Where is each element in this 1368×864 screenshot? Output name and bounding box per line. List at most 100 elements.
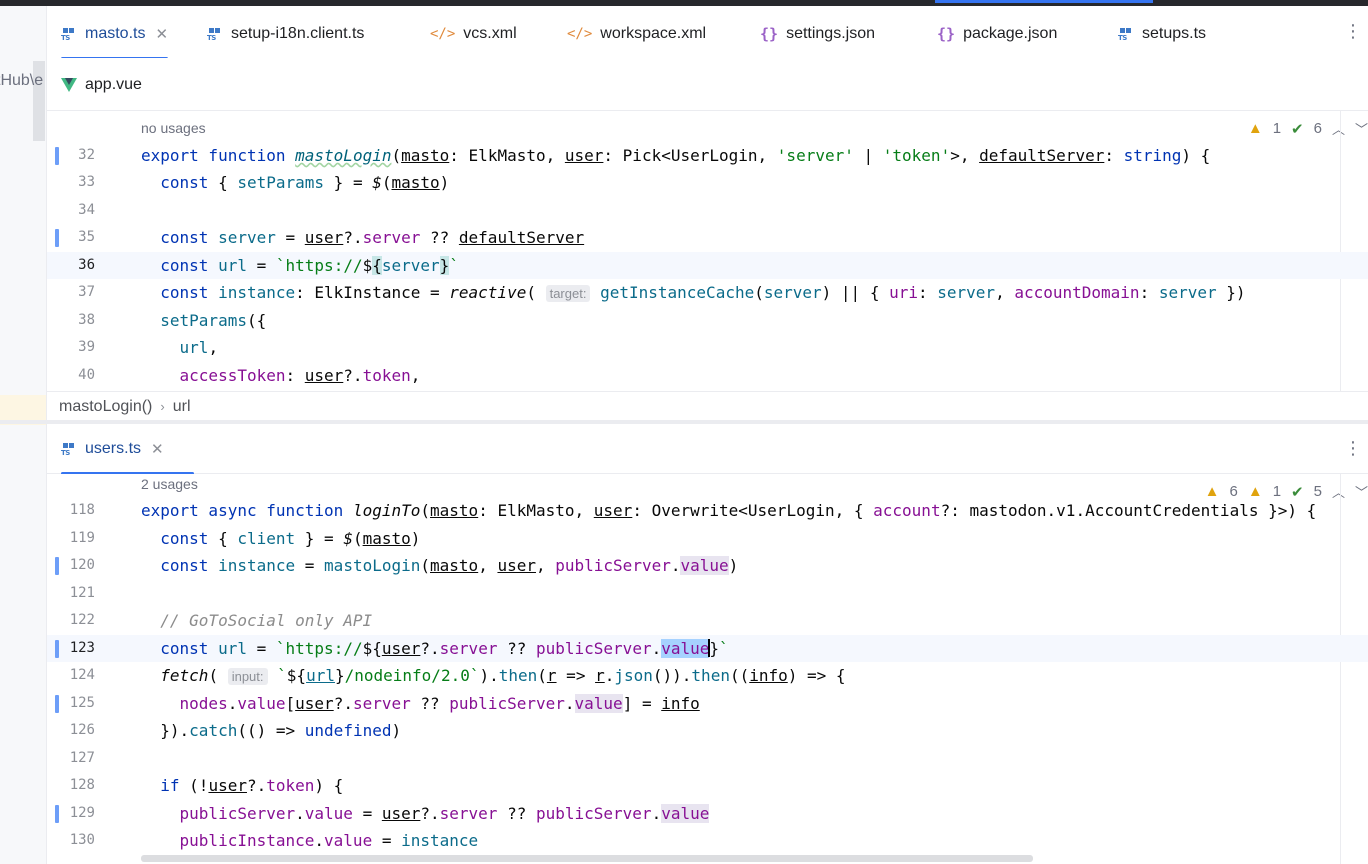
- close-icon[interactable]: ✕: [151, 440, 164, 458]
- code-text: url,: [179, 338, 219, 357]
- tab-vcs-xml[interactable]: </> vcs.xml: [430, 9, 517, 59]
- line-number: 123: [69, 640, 95, 656]
- code-text: if (!user?.token) {: [160, 776, 344, 795]
- line-number: 122: [69, 612, 95, 628]
- code-text: const server = user?.server ?? defaultSe…: [160, 228, 585, 247]
- line-number: 40: [78, 367, 95, 383]
- code-line: 32 export function mastoLogin(masto: Elk…: [47, 142, 1368, 169]
- checkmark-icon: ✔: [1291, 120, 1304, 138]
- tab-package-json[interactable]: {} package.json: [937, 9, 1057, 59]
- line-number: 32: [78, 147, 95, 163]
- ok-count: 6: [1313, 120, 1322, 137]
- vue-file-icon: [61, 78, 77, 92]
- code-text: const { client } = $(masto): [160, 529, 421, 548]
- line-number: 118: [69, 502, 95, 518]
- code-line: 124 fetch( input: `${url}/nodeinfo/2.0`)…: [47, 662, 1368, 689]
- tab-workspace-xml[interactable]: </> workspace.xml: [567, 9, 706, 59]
- line-number: 36: [78, 257, 95, 273]
- tab-label: app.vue: [85, 76, 142, 93]
- top-code-editor[interactable]: no usages ▲ 1 ✔ 6 ︿ ﹀ 32 export function m…: [47, 111, 1368, 391]
- code-line: 37 const instance: ElkInstance = reactiv…: [47, 279, 1368, 306]
- ts-file-icon: TS: [61, 441, 77, 457]
- code-line-current: 36 const url = `https://${server}`: [47, 252, 1368, 279]
- line-number: 130: [69, 832, 95, 848]
- line-number: 33: [78, 174, 95, 190]
- chevron-down-icon[interactable]: ﹀: [1355, 119, 1368, 138]
- line-number: 35: [78, 229, 95, 245]
- usages-hint[interactable]: 2 usages: [141, 476, 198, 492]
- tab-options-icon[interactable]: ⋮: [1344, 21, 1362, 42]
- code-line: 130 publicInstance.value = instance: [47, 827, 1368, 854]
- code-line: 121: [47, 580, 1368, 607]
- code-text: const instance = mastoLogin(masto, user,…: [160, 556, 739, 575]
- tab-options-icon[interactable]: ⋮: [1344, 438, 1362, 459]
- code-text: const url = `https://${user?.server ?? p…: [160, 639, 729, 658]
- chevron-up-icon[interactable]: ︿: [1332, 119, 1345, 138]
- breadcrumb-item[interactable]: mastoLogin(): [59, 398, 152, 416]
- line-number: 120: [69, 557, 95, 573]
- code-line: 125 nodes.value[user?.server ?? publicSe…: [47, 690, 1368, 717]
- ts-file-icon: TS: [61, 26, 77, 42]
- tab-label: vcs.xml: [463, 25, 517, 42]
- ts-file-icon: TS: [207, 26, 223, 42]
- tab-setups-ts[interactable]: TS setups.ts: [1118, 9, 1206, 59]
- line-number: 124: [69, 667, 95, 683]
- code-text: export async function loginTo(masto: Elk…: [141, 501, 1317, 520]
- text-cursor: [708, 639, 711, 657]
- code-text: // GoToSocial only API: [160, 611, 373, 630]
- breadcrumb-item[interactable]: url: [173, 398, 191, 416]
- bottom-editor-pane: TS users.ts ✕ ⋮ 2 usages ▲ 6 ▲ 1 ✔ 5 ︿ ﹀ 11…: [47, 424, 1368, 864]
- line-number: 39: [78, 339, 95, 355]
- bottom-tab-bar: TS users.ts ✕ ⋮: [47, 424, 1368, 475]
- chevron-right-icon: ›: [160, 399, 165, 414]
- code-text: const instance: ElkInstance = reactive( …: [160, 283, 1246, 302]
- tab-app-vue[interactable]: app.vue: [61, 60, 142, 110]
- line-number: 37: [78, 284, 95, 300]
- json-file-icon: {}: [760, 25, 779, 43]
- xml-file-icon: </>: [430, 26, 456, 42]
- top-editor-pane: TS masto.ts ✕ TS setup-i18n.client.ts </…: [47, 6, 1368, 421]
- code-line: 120 const instance = mastoLogin(masto, u…: [47, 552, 1368, 579]
- tab-setup-i18n-client-ts[interactable]: TS setup-i18n.client.ts: [207, 9, 364, 59]
- warning-count: 1: [1272, 120, 1282, 137]
- code-text: publicServer.value = user?.server ?? pub…: [179, 804, 710, 823]
- tab-masto-ts[interactable]: TS masto.ts ✕: [61, 9, 169, 60]
- code-line: 34: [47, 197, 1368, 224]
- title-strip-highlight: [935, 0, 1153, 3]
- close-icon[interactable]: ✕: [155, 25, 168, 43]
- code-text: accessToken: user?.token,: [179, 366, 421, 385]
- top-tab-bar-row2: app.vue: [47, 58, 1368, 111]
- ts-file-icon: TS: [1118, 26, 1134, 42]
- code-line: 126 }).catch(() => undefined): [47, 717, 1368, 744]
- code-text: setParams({: [160, 311, 267, 330]
- tab-label: masto.ts: [85, 25, 146, 42]
- tab-label: settings.json: [786, 25, 875, 42]
- code-text: publicInstance.value = instance: [179, 831, 479, 850]
- line-number: 34: [78, 202, 95, 218]
- usages-hint[interactable]: no usages: [141, 120, 206, 136]
- code-line: 129 publicServer.value = user?.server ??…: [47, 800, 1368, 827]
- project-sidebar-edge[interactable]: tHub\e: [0, 6, 47, 864]
- json-file-icon: {}: [937, 25, 956, 43]
- sidebar-path-fragment: tHub\e: [0, 72, 44, 89]
- code-text: fetch( input: `${url}/nodeinfo/2.0`).the…: [160, 666, 846, 685]
- line-number: 129: [69, 805, 95, 821]
- code-line: 38 setParams({: [47, 307, 1368, 334]
- code-text: nodes.value[user?.server ?? publicServer…: [179, 694, 700, 713]
- horizontal-scrollbar[interactable]: [141, 855, 1033, 862]
- tab-settings-json[interactable]: {} settings.json: [760, 9, 875, 59]
- tab-label: package.json: [963, 25, 1058, 42]
- top-tab-bar: TS masto.ts ✕ TS setup-i18n.client.ts </…: [47, 6, 1368, 60]
- code-text: }).catch(() => undefined): [141, 721, 402, 740]
- code-text: const { setParams } = $(masto): [160, 173, 450, 192]
- line-number: 119: [69, 530, 95, 546]
- bottom-code-editor[interactable]: 2 usages ▲ 6 ▲ 1 ✔ 5 ︿ ﹀ 118 export async f…: [47, 474, 1368, 864]
- parameter-hint: input:: [227, 668, 268, 685]
- tab-users-ts[interactable]: TS users.ts ✕: [61, 424, 194, 475]
- inspections-widget[interactable]: ▲ 1 ✔ 6 ︿ ﹀: [1248, 119, 1368, 138]
- code-text: export function mastoLogin(masto: ElkMas…: [141, 146, 1211, 165]
- tab-label: workspace.xml: [600, 25, 707, 42]
- code-line: 40 accessToken: user?.token,: [47, 362, 1368, 389]
- warning-icon: ▲: [1247, 120, 1263, 137]
- code-line-current: 123 const url = `https://${user?.server …: [47, 635, 1368, 662]
